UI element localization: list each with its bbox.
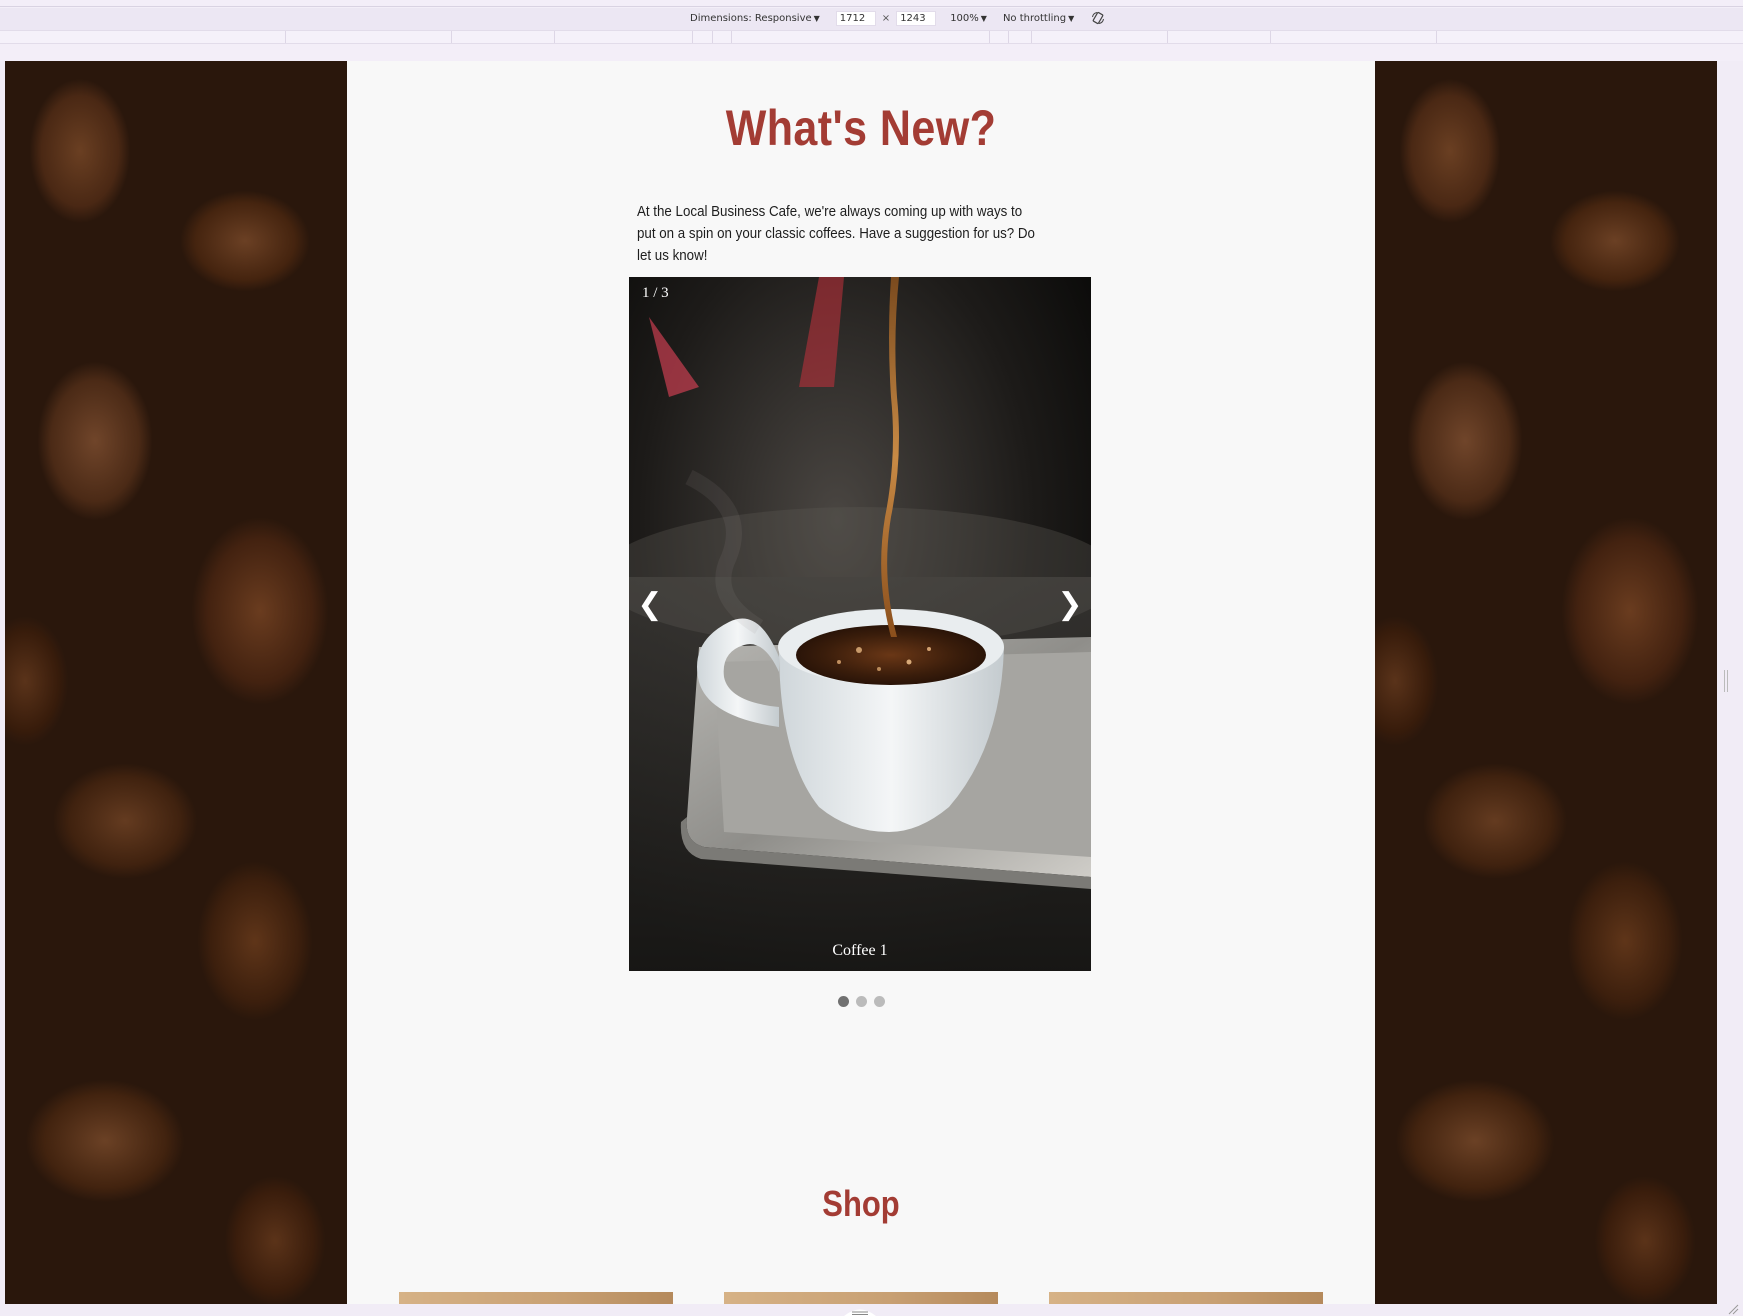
dropdown-caret-icon: ▼ — [980, 13, 987, 23]
dimensions-dropdown[interactable]: Dimensions: Responsive ▼ — [690, 13, 820, 24]
zoom-label: 100% — [950, 12, 979, 24]
media-query-tick — [692, 31, 693, 43]
toolbar-divider — [0, 6, 1743, 7]
coffee-pour-photo — [629, 277, 1091, 971]
carousel-dot-2[interactable] — [855, 996, 867, 1007]
coffee-beans-background-left — [5, 61, 347, 1304]
media-query-tick — [1167, 31, 1168, 43]
dropdown-caret-icon: ▼ — [813, 13, 820, 23]
shop-card[interactable] — [1049, 1292, 1323, 1304]
bottom-resize-handle[interactable] — [840, 1304, 880, 1316]
media-query-tick — [731, 31, 732, 43]
main-content: What's New? At the Local Business Cafe, … — [347, 61, 1375, 1304]
slide-counter: 1 / 3 — [642, 285, 669, 301]
coffee-beans-background-right — [1375, 61, 1717, 1304]
right-resize-handle[interactable] — [1722, 668, 1730, 694]
zoom-dropdown[interactable]: 100% ▼ — [950, 13, 987, 24]
throttling-label: No throttling — [1002, 12, 1067, 24]
media-query-tick — [1270, 31, 1271, 43]
media-query-tick — [1436, 31, 1437, 43]
media-query-tick — [989, 31, 990, 43]
carousel-prev-button[interactable]: ❮ — [635, 585, 665, 625]
dropdown-caret-icon: ▼ — [1068, 13, 1075, 23]
carousel-dot-3[interactable] — [873, 996, 885, 1007]
throttling-dropdown[interactable]: No throttling ▼ — [1003, 13, 1074, 24]
media-query-bar — [0, 30, 1743, 44]
carousel-next-button[interactable]: ❯ — [1055, 585, 1085, 625]
shop-card[interactable] — [399, 1292, 673, 1304]
device-viewport: What's New? At the Local Business Cafe, … — [5, 61, 1717, 1304]
times-separator: × — [881, 12, 891, 24]
carousel-dots — [347, 996, 1375, 1007]
slide-caption: Coffee 1 — [832, 942, 888, 959]
device-controls: Dimensions: Responsive ▼ 1712 × 1243 100%… — [690, 10, 1106, 26]
width-input[interactable]: 1712 — [835, 10, 876, 26]
intro-text: At the Local Business Cafe, we're always… — [637, 204, 1035, 264]
height-input[interactable]: 1243 — [896, 10, 937, 26]
media-query-tick — [451, 31, 452, 43]
devtools-device-toolbar: Dimensions: Responsive ▼ 1712 × 1243 100%… — [0, 0, 1743, 61]
media-query-tick — [1031, 31, 1032, 43]
media-query-tick — [1008, 31, 1009, 43]
media-query-tick — [285, 31, 286, 43]
shop-heading: Shop — [822, 1183, 900, 1224]
shop-card[interactable] — [724, 1292, 998, 1304]
image-carousel: 1 / 3 ❮ ❯ Coffee 1 — [629, 277, 1091, 971]
carousel-dot-1[interactable] — [837, 996, 849, 1007]
media-query-tick — [712, 31, 713, 43]
rotate-icon[interactable] — [1090, 10, 1106, 26]
page-title: What's New? — [725, 100, 997, 156]
dimensions-label: Dimensions: Responsive — [690, 12, 812, 24]
corner-resize-handle[interactable] — [1727, 1302, 1739, 1315]
media-query-tick — [554, 31, 555, 43]
